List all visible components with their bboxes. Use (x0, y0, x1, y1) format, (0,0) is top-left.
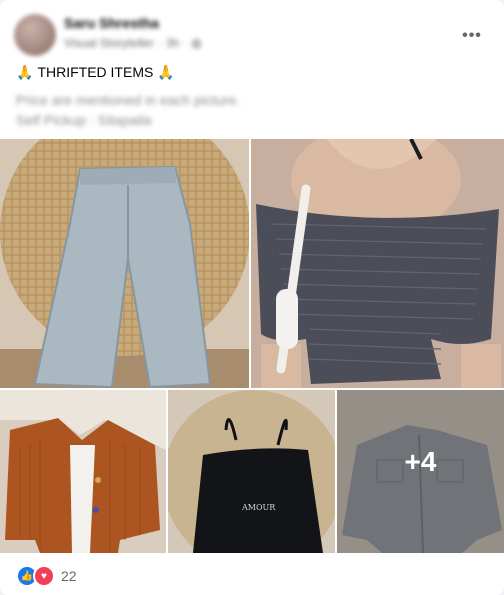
more-options-icon[interactable]: ••• (458, 22, 486, 50)
more-photos-count: +4 (404, 445, 437, 477)
photo-smocked-top[interactable] (251, 139, 504, 388)
post-caption: 🙏 THRIFTED ITEMS 🙏 Price are mentioned i… (16, 62, 486, 130)
reaction-count[interactable]: 22 (61, 568, 77, 584)
separator: · (183, 36, 188, 50)
avatar[interactable] (14, 14, 56, 56)
photo-grey-shirt[interactable]: +4 (337, 390, 504, 553)
post-time[interactable]: 3h (166, 36, 179, 50)
author-name[interactable]: Saru Shrestha (64, 15, 159, 31)
dress-print-text: AMOUR (241, 503, 276, 512)
folded-hands-icon: 🙏 (157, 63, 175, 80)
photo-gallery: AMOUR +4 (0, 139, 504, 553)
photo-jeans[interactable] (0, 139, 249, 388)
caption-title: THRIFTED ITEMS (37, 64, 154, 80)
reactions-bar[interactable]: 👍 ♥ 22 (16, 565, 77, 587)
post-card: Saru Shrestha Visual Storyteller · 3h · … (0, 0, 504, 595)
more-photos-overlay[interactable]: +4 (337, 390, 504, 553)
photo-cardigan[interactable] (0, 390, 166, 553)
storyteller-badge: Visual Storyteller (64, 36, 154, 50)
photo-black-dress[interactable]: AMOUR (168, 390, 335, 553)
post-meta: Visual Storyteller · 3h · ◍ (64, 36, 202, 50)
post-header: Saru Shrestha Visual Storyteller · 3h · … (14, 14, 490, 58)
love-reaction-icon: ♥ (33, 565, 55, 587)
caption-line: Self Pickup : Sitapaila (16, 112, 152, 128)
globe-icon: ◍ (191, 36, 202, 50)
caption-line: Price are mentioned in each picture. (16, 92, 241, 108)
folded-hands-icon: 🙏 (16, 63, 34, 80)
separator: · (157, 36, 162, 50)
